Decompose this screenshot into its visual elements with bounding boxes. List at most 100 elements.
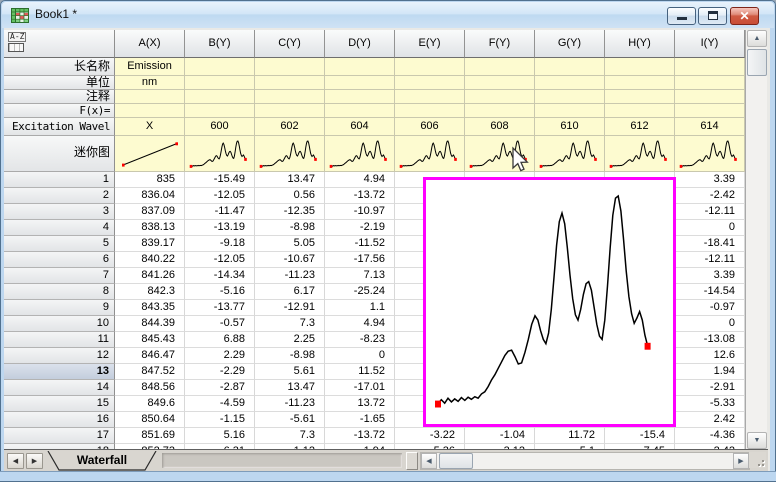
data-cell[interactable]: 2.29 (185, 348, 255, 364)
header-cell[interactable]: 612 (605, 118, 675, 136)
header-cell[interactable]: Emission (115, 58, 185, 76)
header-cell[interactable]: 602 (255, 118, 325, 136)
data-cell[interactable]: 0 (675, 220, 745, 236)
header-cell[interactable] (675, 58, 745, 76)
data-cell[interactable]: -10.97 (325, 204, 395, 220)
header-cell[interactable] (395, 104, 465, 118)
header-cell[interactable] (535, 58, 605, 76)
data-cell[interactable]: 12.6 (675, 348, 745, 364)
row-header-2[interactable]: 2 (4, 188, 115, 204)
col-header-C(Y)[interactable]: C(Y) (255, 30, 325, 58)
data-cell[interactable]: -12.35 (255, 204, 325, 220)
header-cell[interactable] (395, 90, 465, 104)
header-cell[interactable] (325, 90, 395, 104)
data-cell[interactable]: 13.72 (325, 396, 395, 412)
data-cell[interactable]: 4.94 (325, 316, 395, 332)
header-cell[interactable]: nm (115, 76, 185, 90)
data-cell[interactable]: 835 (115, 172, 185, 188)
row-header-11[interactable]: 11 (4, 332, 115, 348)
row-header-17[interactable]: 17 (4, 428, 115, 444)
vertical-scrollbar[interactable]: ▲ ▼ (745, 30, 767, 449)
data-cell[interactable]: 5.16 (185, 428, 255, 444)
col-header-D(Y)[interactable]: D(Y) (325, 30, 395, 58)
header-row-label[interactable]: Excitation Wavel (4, 118, 115, 136)
row-header-9[interactable]: 9 (4, 300, 115, 316)
header-cell[interactable] (325, 104, 395, 118)
header-cell[interactable] (255, 90, 325, 104)
data-cell[interactable]: 843.35 (115, 300, 185, 316)
header-cell[interactable] (185, 58, 255, 76)
data-cell[interactable]: 836.04 (115, 188, 185, 204)
data-cell[interactable]: 3.39 (675, 268, 745, 284)
data-cell[interactable]: 0.56 (255, 188, 325, 204)
corner-sort-cell[interactable]: A-Z (4, 30, 115, 58)
data-cell[interactable]: -5.33 (675, 396, 745, 412)
header-cell[interactable] (395, 76, 465, 90)
header-cell[interactable] (395, 58, 465, 76)
data-cell[interactable]: -11.23 (255, 396, 325, 412)
data-cell[interactable]: 11.52 (325, 364, 395, 380)
header-cell[interactable] (465, 76, 535, 90)
header-cell[interactable] (255, 76, 325, 90)
data-cell[interactable]: -2.19 (325, 220, 395, 236)
data-cell[interactable]: -12.05 (185, 188, 255, 204)
row-header-6[interactable]: 6 (4, 252, 115, 268)
row-header-13[interactable]: 13 (4, 364, 115, 380)
data-cell[interactable]: 846.47 (115, 348, 185, 364)
col-header-H(Y)[interactable]: H(Y) (605, 30, 675, 58)
header-cell[interactable] (255, 104, 325, 118)
header-cell[interactable] (675, 76, 745, 90)
data-cell[interactable]: -14.34 (185, 268, 255, 284)
data-cell[interactable]: -1.04 (465, 428, 535, 444)
data-cell[interactable]: -13.77 (185, 300, 255, 316)
data-cell[interactable]: -12.91 (255, 300, 325, 316)
data-cell[interactable]: 1.94 (675, 364, 745, 380)
header-cell[interactable]: 610 (535, 118, 605, 136)
header-cell[interactable] (115, 90, 185, 104)
data-cell[interactable]: -3.22 (395, 428, 465, 444)
data-cell[interactable]: -13.19 (185, 220, 255, 236)
data-cell[interactable]: 845.43 (115, 332, 185, 348)
header-cell[interactable] (115, 104, 185, 118)
data-cell[interactable]: -13.72 (325, 188, 395, 204)
tab-scroll-left-button[interactable]: ◀ (7, 453, 24, 469)
row-header-10[interactable]: 10 (4, 316, 115, 332)
header-cell[interactable]: X (115, 118, 185, 136)
data-cell[interactable]: 13.47 (255, 172, 325, 188)
data-cell[interactable]: -2.29 (185, 364, 255, 380)
header-cell[interactable] (465, 104, 535, 118)
tab-scroll-right-button[interactable]: ▶ (26, 453, 43, 469)
data-cell[interactable]: -18.41 (675, 236, 745, 252)
data-cell[interactable]: 851.69 (115, 428, 185, 444)
data-cell[interactable]: -13.72 (325, 428, 395, 444)
data-cell[interactable]: 11.72 (535, 428, 605, 444)
data-cell[interactable]: 7.13 (325, 268, 395, 284)
scroll-left-button[interactable]: ◀ (421, 453, 437, 469)
data-cell[interactable]: 3.39 (675, 172, 745, 188)
data-cell[interactable]: 13.47 (255, 380, 325, 396)
data-cell[interactable]: -0.97 (675, 300, 745, 316)
data-cell[interactable]: 0 (325, 348, 395, 364)
row-header-8[interactable]: 8 (4, 284, 115, 300)
data-cell[interactable]: -0.57 (185, 316, 255, 332)
data-cell[interactable]: -14.54 (675, 284, 745, 300)
row-header-14[interactable]: 14 (4, 380, 115, 396)
tab-waterfall[interactable]: Waterfall (46, 451, 158, 471)
vertical-scroll-thumb[interactable] (747, 49, 767, 76)
data-cell[interactable]: -11.47 (185, 204, 255, 220)
sparkline-cell[interactable] (535, 136, 605, 172)
row-header-3[interactable]: 3 (4, 204, 115, 220)
data-cell[interactable]: -25.24 (325, 284, 395, 300)
data-cell[interactable]: 5.05 (255, 236, 325, 252)
header-cell[interactable] (185, 90, 255, 104)
title-bar[interactable]: Book1 * ✕ (2, 2, 774, 28)
data-cell[interactable]: 2.42 (675, 412, 745, 428)
minimize-button[interactable] (667, 7, 696, 25)
pane-splitter-handle[interactable] (406, 452, 418, 470)
sparkline-cell[interactable] (605, 136, 675, 172)
data-cell[interactable]: 837.09 (115, 204, 185, 220)
header-row-label[interactable]: 注释 (4, 90, 115, 104)
header-cell[interactable] (675, 104, 745, 118)
col-header-A(X)[interactable]: A(X) (115, 30, 185, 58)
header-cell[interactable]: 604 (325, 118, 395, 136)
